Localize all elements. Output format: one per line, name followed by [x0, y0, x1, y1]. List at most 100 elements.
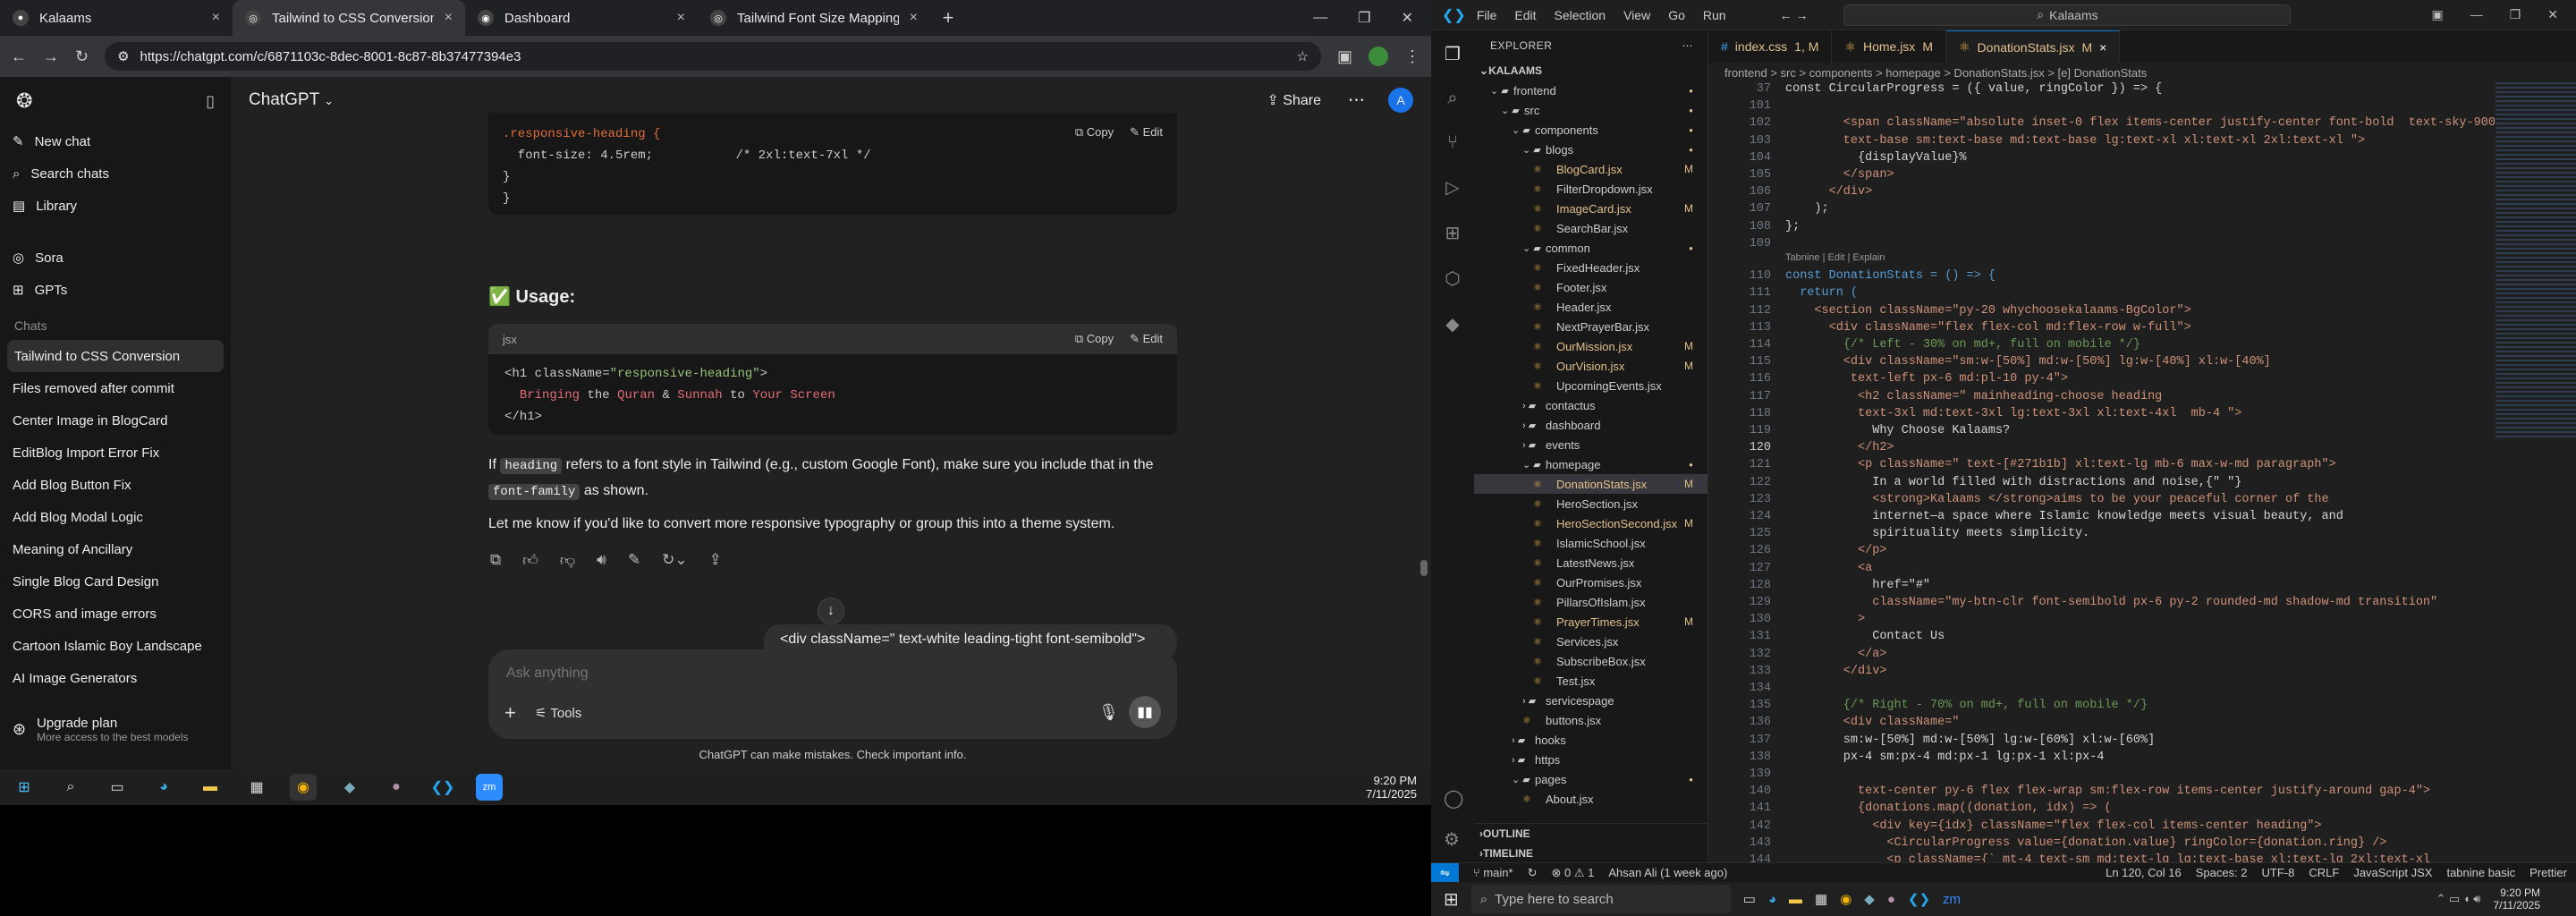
code-line[interactable]: text-base sm:text-base md:text-base lg:t… [1785, 134, 2365, 148]
code-line[interactable]: </h2> [1785, 441, 1894, 454]
sync-icon[interactable]: ↻ [1528, 866, 1538, 880]
code-editor[interactable]: const CircularProgress = ({ value, ringC… [1708, 82, 2496, 867]
store-icon[interactable]: ▦ [243, 774, 270, 801]
close-tab-icon[interactable]: × [212, 10, 220, 26]
prompt-input[interactable] [506, 660, 1132, 687]
more-options-icon[interactable]: ⋯ [1348, 90, 1365, 111]
search-icon[interactable]: ⌕ [1447, 89, 1457, 109]
edge-icon[interactable]: ◕ [150, 774, 177, 801]
edit-canvas-icon[interactable]: ✎ [628, 551, 640, 570]
tree-file[interactable]: ⚛ FixedHeader.jsx [1474, 258, 1707, 277]
code-line[interactable]: <div key={idx} className="flex flex-col … [1785, 819, 2321, 833]
chat-history-item[interactable]: CORS and image errors [0, 598, 231, 630]
workspace-root[interactable]: ⌄ KALAAMS [1474, 61, 1707, 81]
app-icon[interactable]: ◆ [1864, 891, 1875, 907]
code-line[interactable]: text-center py-6 flex flex-wrap sm:flex-… [1785, 785, 2430, 798]
code-line[interactable]: <p className=" text-[#271b1b] xl:text-lg… [1785, 458, 2336, 471]
github-icon[interactable]: ● [383, 774, 410, 801]
tree-file[interactable]: ⚛ OurVision.jsx M [1474, 356, 1707, 376]
close-tab-icon[interactable]: × [445, 10, 453, 26]
tree-file[interactable]: ⚛ Header.jsx [1474, 297, 1707, 317]
cursor-position[interactable]: Ln 120, Col 16 [2106, 866, 2182, 879]
code-line[interactable]: px-4 sm:px-4 md:px-1 lg:px-1 xl:px-4 [1785, 751, 2105, 764]
editor-tab[interactable]: # index.css 1, M [1708, 30, 1833, 63]
vscode-icon[interactable]: ❮❯ [1908, 891, 1930, 907]
code-line[interactable]: </div> [1785, 185, 1873, 199]
upgrade-plan-button[interactable]: ⊛ Upgrade plan More access to the best m… [0, 716, 231, 743]
remote-icon[interactable]: ⬡ [1445, 267, 1460, 290]
indentation[interactable]: Spaces: 2 [2196, 866, 2248, 879]
tree-folder[interactable]: ⌄ ▰ frontend ● [1474, 81, 1707, 100]
copy-code-button[interactable]: ⧉ Copy [1075, 332, 1114, 346]
code-line[interactable]: return ( [1785, 286, 1858, 300]
breadcrumb[interactable]: frontend > src > components > homepage >… [1708, 63, 2576, 82]
code-line[interactable]: href="#" [1785, 579, 1930, 592]
site-info-icon[interactable]: ⚙ [117, 48, 129, 64]
tree-folder[interactable]: ⌄ ▰ components ● [1474, 120, 1707, 140]
language-mode[interactable]: JavaScript JSX [2353, 866, 2432, 879]
chat-history-item[interactable]: AI Image Generators [0, 662, 231, 694]
tree-file[interactable]: ⚛ Services.jsx [1474, 632, 1707, 651]
settings-gear-icon[interactable]: ⚙ [1444, 828, 1460, 851]
explorer-icon[interactable]: ❐ [1445, 43, 1461, 65]
code-line[interactable]: {/* Left - 30% on md+, full on mobile */… [1785, 338, 2140, 352]
sora-button[interactable]: ◎ Sora [0, 242, 231, 274]
system-tray[interactable]: ⌃ ▭ ◖ 🔊︎ [2436, 892, 2480, 906]
code-line[interactable]: In a world filled with distractions and … [1785, 476, 2241, 489]
prettier-status[interactable]: Prettier [2529, 866, 2576, 879]
extensions-icon[interactable]: ⊞ [1445, 222, 1461, 244]
tree-file[interactable]: ⚛ NextPrayerBar.jsx [1474, 317, 1707, 336]
code-line[interactable]: <CircularProgress value={donation.value}… [1785, 836, 2386, 850]
edit-code-button[interactable]: ✎ Edit [1130, 332, 1163, 346]
library-button[interactable]: ▤ Library [0, 190, 231, 222]
windows-start-icon[interactable]: ⊞ [11, 774, 38, 801]
tree-folder[interactable]: › ▰ servicespage [1474, 691, 1707, 710]
tree-file[interactable]: ⚛ SubscribeBox.jsx [1474, 651, 1707, 671]
run-debug-icon[interactable]: ▷ [1445, 176, 1459, 199]
layout-icon[interactable]: ▣ [2431, 7, 2443, 22]
tree-file[interactable]: ⚛ HeroSection.jsx [1474, 494, 1707, 513]
store-icon[interactable]: ▦ [1815, 891, 1827, 907]
git-branch[interactable]: ⑂ main* [1473, 866, 1513, 879]
regenerate-icon[interactable]: ↻⌄ [662, 551, 688, 570]
github-icon[interactable]: ● [1887, 892, 1895, 907]
code-line[interactable]: </a> [1785, 648, 1886, 661]
add-attachment-icon[interactable]: + [504, 701, 516, 725]
code-line[interactable]: text-3xl md:text-3xl lg:text-3xl xl:text… [1785, 407, 2241, 420]
address-bar[interactable]: ⚙ https://chatgpt.com/c/6871103c-8dec-80… [105, 42, 1321, 71]
new-chat-button[interactable]: ✎ New chat [0, 125, 231, 157]
code-line[interactable]: sm:w-[50%] md:w-[50%] lg:w-[60%] xl:w-[6… [1785, 734, 2155, 747]
chrome-menu-icon[interactable]: ⋮ [1404, 47, 1420, 66]
microphone-icon[interactable]: 🎙︎ [1098, 703, 1119, 722]
code-line[interactable]: Contact Us [1785, 630, 1945, 643]
tree-file[interactable]: ⚛ LatestNews.jsx [1474, 553, 1707, 572]
forward-icon[interactable]: → [43, 47, 59, 66]
tree-file[interactable]: ⚛ OurMission.jsx M [1474, 336, 1707, 356]
thumbs-down-icon[interactable]: 👎︎ [560, 551, 575, 570]
tree-file[interactable]: ⚛ BlogCard.jsx M [1474, 159, 1707, 179]
sidebar-toggle-icon[interactable]: ▯ [206, 92, 215, 111]
taskbar-search[interactable]: ⌕ Type here to search [1470, 885, 1731, 913]
read-aloud-icon[interactable]: 🔊︎ [597, 551, 606, 570]
code-line[interactable]: <section className="py-20 whychoosekalaa… [1785, 304, 2190, 318]
code-line[interactable]: spirituality meets simplicity. [1785, 527, 2089, 540]
chat-history-item[interactable]: Tailwind to CSS Conversion [7, 340, 224, 372]
git-blame[interactable]: Ahsan Ali (1 week ago) [1608, 866, 1727, 879]
code-line[interactable]: <span className="absolute inset-0 flex i… [1785, 116, 2496, 130]
close-window-icon[interactable]: ✕ [1402, 9, 1413, 27]
chrome-icon[interactable]: ◉ [1840, 891, 1852, 907]
code-line[interactable]: > [1785, 613, 1865, 626]
code-line[interactable]: text-left px-6 md:pl-10 py-4"> [1785, 372, 2068, 386]
source-control-icon[interactable]: ⑂ [1447, 132, 1458, 153]
code-line[interactable]: <div className="sm:w-[50%] md:w-[50%] lg… [1785, 355, 2271, 369]
command-center[interactable]: ⌕ Kalaams [1843, 4, 2292, 26]
close-tab-icon[interactable]: × [2099, 40, 2106, 55]
gpts-button[interactable]: ⊞ GPTs [0, 274, 231, 306]
code-line[interactable]: {donations.map((donation, idx) => ( [1785, 802, 2112, 815]
tree-file[interactable]: ⚛ OurPromises.jsx [1474, 572, 1707, 592]
chat-history-item[interactable]: Add Blog Modal Logic [0, 501, 231, 533]
outline-section[interactable]: › OUTLINE [1474, 824, 1708, 844]
share-icon[interactable]: ⇪ [709, 551, 722, 570]
file-explorer-icon[interactable]: ▬ [197, 774, 224, 801]
tree-file[interactable]: ⚛ buttons.jsx [1474, 710, 1707, 730]
